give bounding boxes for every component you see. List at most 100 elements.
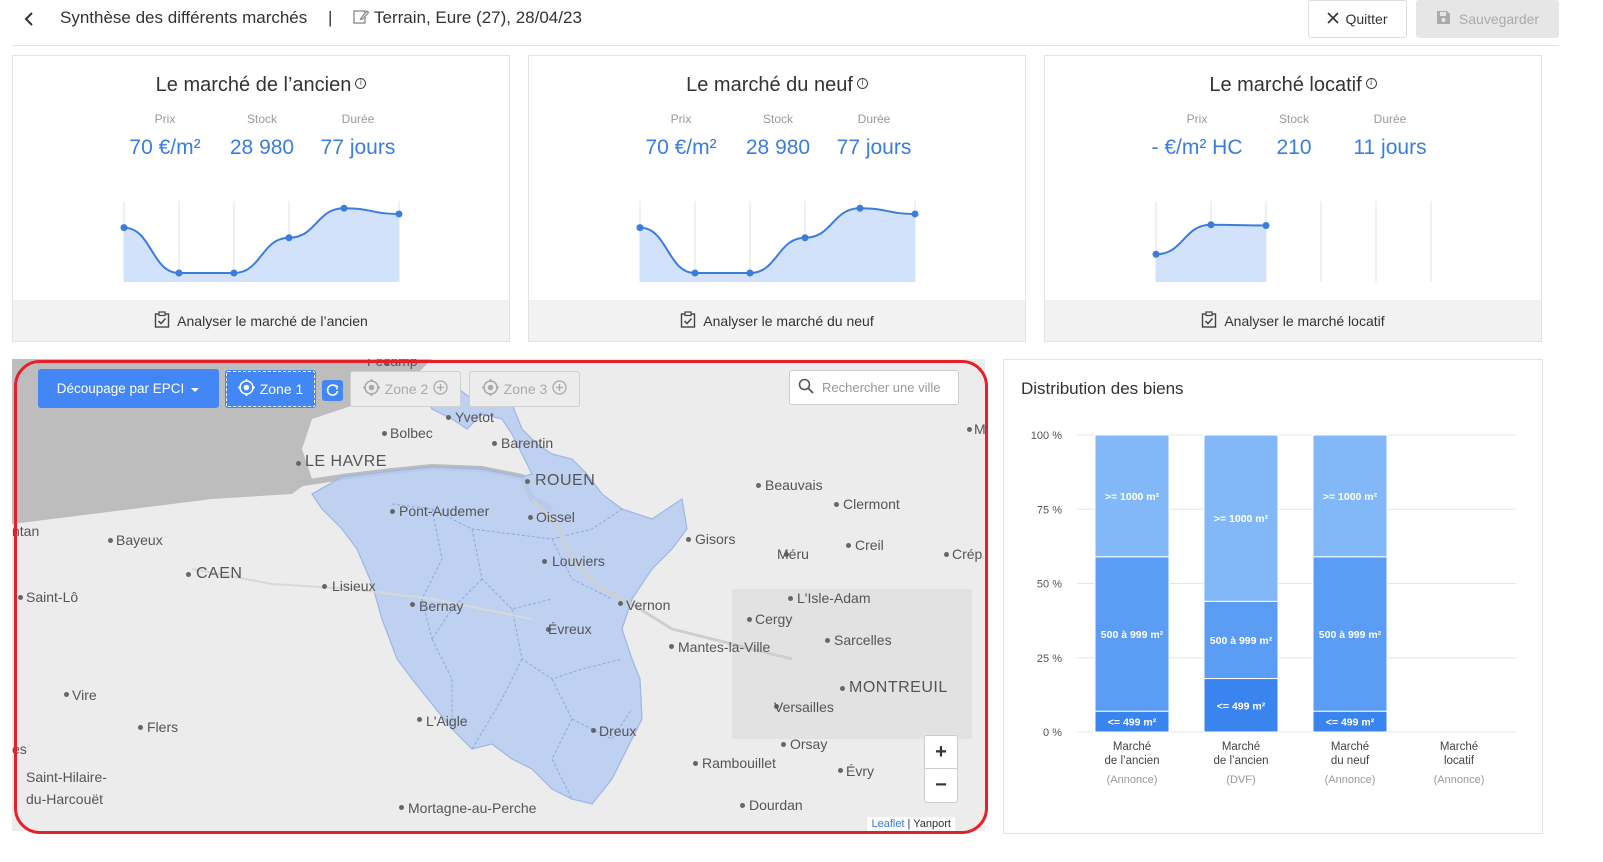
search-icon (798, 378, 814, 397)
epci-dropdown-button[interactable]: Découpage par EPCI (38, 369, 219, 408)
zoom-in-button[interactable]: + (925, 736, 957, 769)
place-label: Bernay (419, 598, 464, 614)
edit-icon[interactable] (352, 8, 370, 26)
place-label: Fécamp (367, 359, 418, 369)
sparkline-point (285, 234, 293, 242)
analyze-locatif-button[interactable]: Analyser le marché locatif (1045, 300, 1541, 341)
analyze-neuf-button[interactable]: Analyser le marché du neuf (529, 300, 1025, 341)
info-icon[interactable]: i (355, 78, 367, 89)
stat-label-stock: Stock (1278, 112, 1309, 126)
stat-label-stock: Stock (246, 112, 277, 126)
analyze-label: Analyser le marché de l’ancien (177, 312, 368, 329)
sparkline-point (230, 269, 238, 277)
place-label: Dourdan (749, 797, 803, 813)
place-label: MONTREUIL (849, 679, 948, 696)
sparkline-point (856, 204, 864, 212)
sparkline-point (1152, 250, 1160, 258)
sparkline-point (691, 269, 699, 277)
quit-label: Quitter (1345, 11, 1388, 27)
sparkline-point (175, 269, 183, 277)
place-marker (756, 483, 761, 488)
place-marker (410, 602, 415, 607)
close-icon (1327, 11, 1340, 27)
place-marker (186, 572, 191, 577)
y-tick-label: 0 % (1043, 727, 1062, 739)
save-icon (1436, 10, 1451, 28)
zoom-out-button[interactable]: − (925, 769, 957, 802)
stat-label-price: Prix (154, 112, 176, 126)
bar-segment-label: >= 1000 m² (1105, 491, 1160, 503)
place-marker (64, 692, 69, 697)
sparkline-point (746, 269, 754, 277)
sparkline-point (911, 210, 919, 218)
place-marker (834, 502, 839, 507)
place-marker (390, 509, 395, 514)
place-marker (542, 559, 547, 564)
card-market-neuf: Le marché du neuf i Prix Stock Durée 70 €… (528, 55, 1026, 342)
stat-label-price: Prix (670, 112, 692, 126)
epci-label: Découpage par EPCI (56, 381, 185, 396)
map-panel[interactable]: Fécamp Yvetot Bolbec Barentin LE HAVRE R… (12, 359, 985, 831)
x-category-label: Marché (1440, 741, 1478, 753)
place-label: Yvetot (455, 409, 494, 425)
zone-1-label: Zone 1 (259, 381, 304, 397)
place-label: L'Aigle (426, 713, 468, 729)
card-title: Le marché du neuf i (529, 74, 1025, 97)
place-marker (138, 725, 143, 730)
analyze-ancien-button[interactable]: Analyser le marché de l’ancien (13, 300, 509, 341)
refresh-icon[interactable] (322, 380, 343, 401)
quit-button[interactable]: Quitter (1308, 0, 1407, 38)
save-label: Sauvegarder (1458, 11, 1540, 27)
place-marker (296, 461, 301, 466)
place-marker (846, 543, 851, 548)
y-tick-label: 25 % (1037, 653, 1062, 665)
place-label: ntan (12, 523, 40, 539)
target-icon (237, 379, 255, 399)
place-label: Évreux (548, 621, 592, 637)
place-marker (944, 552, 949, 557)
zone-2-button[interactable]: Zone 2 (350, 371, 461, 407)
place-label: Versailles (774, 699, 834, 715)
bar-segment-label: >= 1000 m² (1323, 491, 1378, 503)
bar-segment-label: 500 à 999 m² (1319, 629, 1382, 641)
x-category-label: Marché (1331, 741, 1369, 753)
x-category-source: (Annonce) (1325, 774, 1376, 786)
zone-1-button[interactable]: Zone 1 (225, 370, 316, 408)
place-marker (322, 584, 327, 589)
place-marker (740, 803, 745, 808)
x-category-label: du neuf (1331, 755, 1370, 767)
stat-value-duration: 77 jours (836, 136, 912, 159)
trend-sparkline (120, 201, 403, 282)
clipboard-check-icon (1201, 310, 1217, 331)
info-icon[interactable]: i (1365, 78, 1377, 89)
place-marker (618, 601, 623, 606)
y-tick-label: 75 % (1037, 504, 1062, 516)
place-label: Mantes-la-Ville (678, 639, 771, 655)
attribution-separator: | (904, 818, 914, 830)
bar-segment-label: 500 à 999 m² (1210, 635, 1273, 647)
y-tick-label: 50 % (1037, 579, 1062, 591)
place-label: Vernon (626, 597, 671, 613)
info-icon[interactable]: i (856, 78, 868, 89)
add-circle-icon (433, 380, 448, 398)
place-marker (18, 595, 23, 600)
place-marker (591, 728, 596, 733)
place-marker (693, 761, 698, 766)
bar-segment-label: <= 499 m² (1326, 717, 1375, 729)
place-label: es (12, 741, 27, 757)
place-label: Bayeux (116, 532, 163, 548)
sparkline-area (640, 208, 915, 282)
back-arrow-icon[interactable] (22, 8, 42, 30)
leaflet-link[interactable]: Leaflet (871, 818, 904, 830)
analyze-label: Analyser le marché locatif (1224, 312, 1385, 329)
city-search-input[interactable]: Rechercher une ville (789, 370, 959, 405)
x-category-label: Marché (1113, 741, 1151, 753)
stat-label-duration: Durée (341, 112, 375, 126)
save-button[interactable]: Sauvegarder (1416, 0, 1559, 38)
sparkline-area (124, 208, 399, 282)
map-attribution: Leaflet | Yanport (867, 817, 955, 831)
stat-label-duration: Durée (1373, 112, 1407, 126)
place-marker (967, 427, 972, 432)
zone-3-button[interactable]: Zone 3 (469, 371, 580, 407)
card-market-locatif: Le marché locatif i Prix Stock Durée - €/… (1044, 55, 1542, 342)
